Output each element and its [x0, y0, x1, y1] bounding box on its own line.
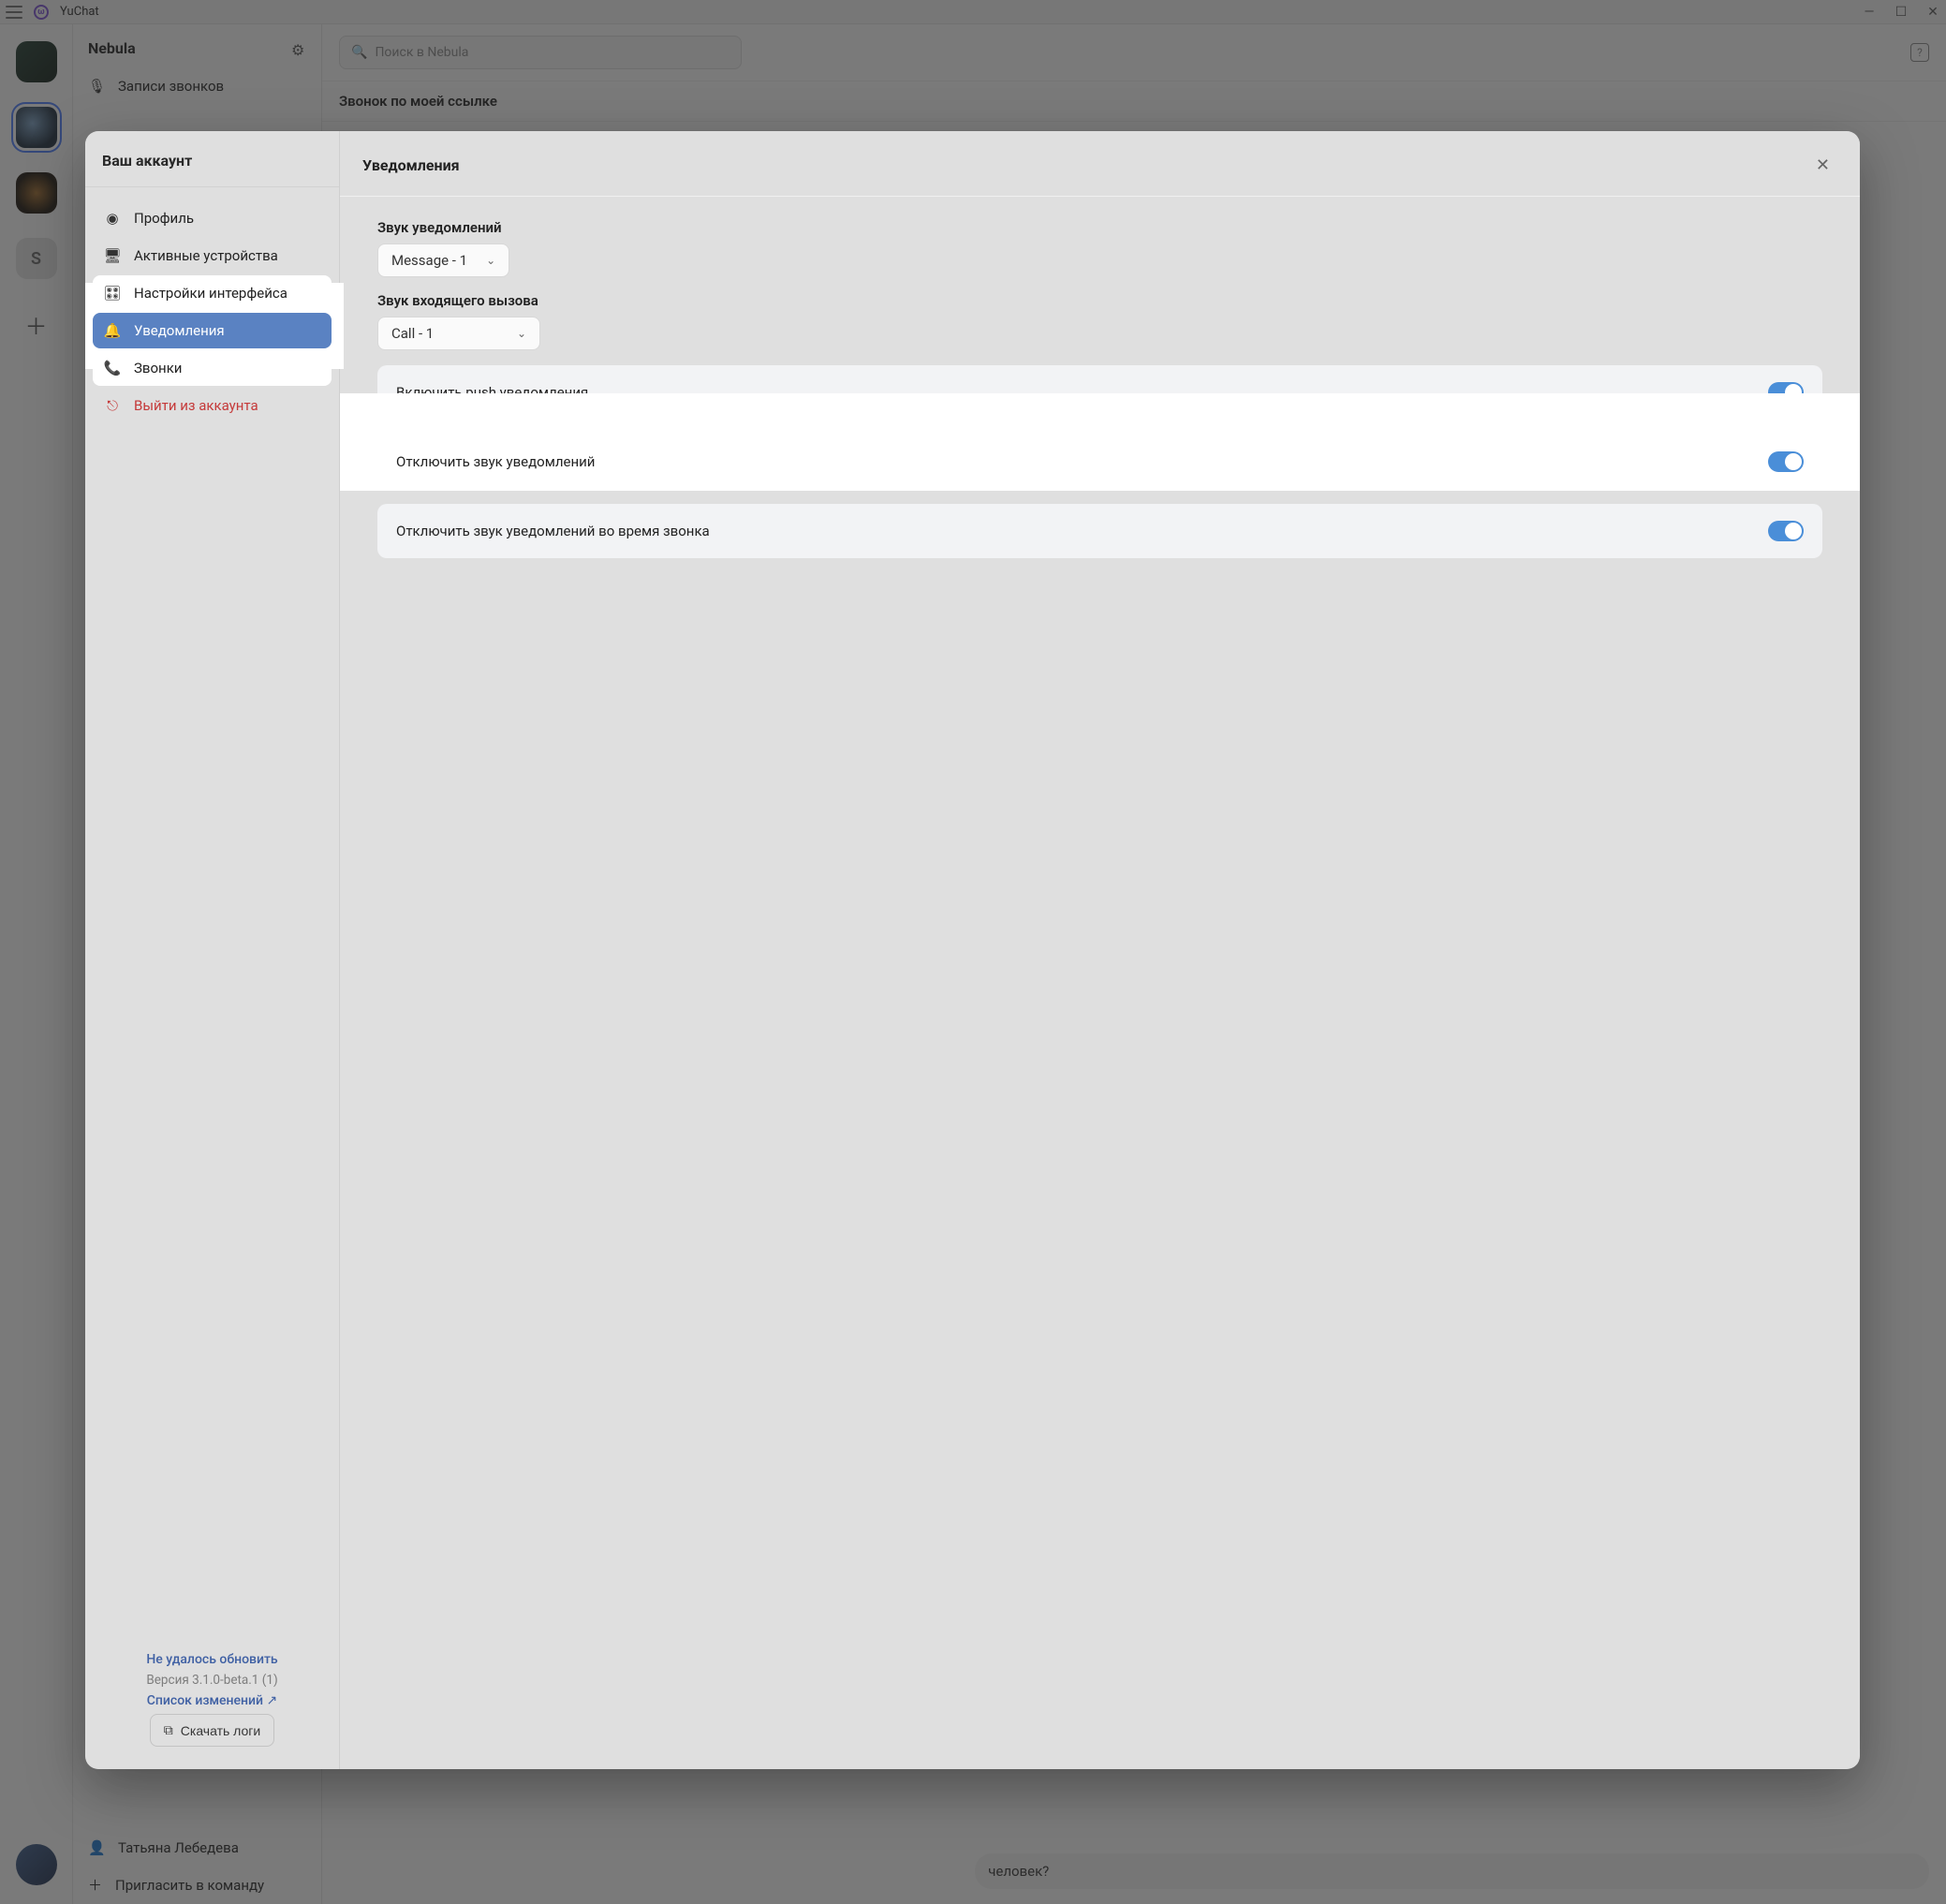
nav-calls[interactable]: 📞 Звонки — [93, 350, 332, 386]
bell-icon: 🔔 — [104, 322, 121, 339]
toggle-label: Отключить звук уведомлений во время звон… — [396, 523, 710, 539]
nav-label: Профиль — [134, 210, 194, 227]
download-logs-button[interactable]: ⧉ Скачать логи — [150, 1714, 274, 1747]
modal-main-title: Уведомления — [362, 156, 460, 174]
mute-in-call-toggle[interactable] — [1768, 521, 1804, 541]
update-failed-link[interactable]: Не удалось обновить — [98, 1652, 326, 1667]
mute-toggle[interactable] — [1768, 451, 1804, 472]
nav-profile[interactable]: ◉ Профиль — [93, 200, 332, 236]
nav-devices[interactable]: 🖥 Активные устройства — [93, 238, 332, 273]
modal-sidebar-title: Ваш аккаунт — [85, 131, 339, 187]
modal-main: Уведомления ✕ Звук уведомлений Message -… — [340, 131, 1860, 1769]
push-toggle[interactable] — [1768, 382, 1804, 403]
toggle-label: Включить push уведомления — [396, 384, 588, 401]
download-logs-label: Скачать логи — [181, 1723, 260, 1738]
modal-close-button[interactable]: ✕ — [1808, 152, 1837, 179]
notification-sound-select[interactable]: Message - 1 ⌄ — [377, 244, 509, 277]
devices-icon: 🖥 — [104, 247, 121, 264]
chevron-down-icon: ⌄ — [486, 254, 495, 267]
toggle-row-mute: Отключить звук уведомлений — [377, 435, 1822, 489]
toggle-row-mute-in-call: Отключить звук уведомлений во время звон… — [377, 504, 1822, 558]
version-text: Версия 3.1.0-beta.1 (1) — [98, 1673, 326, 1688]
download-icon: ⧉ — [164, 1722, 173, 1738]
select-value: Call - 1 — [391, 325, 434, 342]
notification-sound-label: Звук уведомлений — [377, 219, 1822, 236]
modal-sidebar: Ваш аккаунт ◉ Профиль 🖥 Активные устройс… — [85, 131, 340, 1769]
nav-label: Звонки — [134, 360, 182, 376]
toggle-label: Отключить звук уведомлений — [396, 453, 595, 470]
nav-label: Уведомления — [134, 322, 225, 339]
select-value: Message - 1 — [391, 252, 467, 269]
chevron-down-icon: ⌄ — [517, 327, 526, 340]
user-icon: ◉ — [104, 210, 121, 227]
changelog-link[interactable]: Список изменений ↗ — [98, 1693, 326, 1708]
nav-label: Активные устройства — [134, 247, 278, 264]
account-settings-modal: Ваш аккаунт ◉ Профиль 🖥 Активные устройс… — [85, 131, 1860, 1769]
logout-icon: ⎋ — [104, 397, 121, 414]
nav-label: Настройки интерфейса — [134, 285, 287, 302]
call-sound-label: Звук входящего вызова — [377, 292, 1822, 309]
call-sound-select[interactable]: Call - 1 ⌄ — [377, 317, 540, 350]
nav-logout[interactable]: ⎋ Выйти из аккаунта — [93, 388, 332, 423]
nav-interface[interactable]: 🎛 Настройки интерфейса — [93, 275, 332, 311]
nav-notifications[interactable]: 🔔 Уведомления — [93, 313, 332, 348]
phone-icon: 📞 — [104, 360, 121, 376]
toggle-row-push: Включить push уведомления — [377, 365, 1822, 420]
nav-label: Выйти из аккаунта — [134, 397, 258, 414]
sliders-icon: 🎛 — [104, 285, 121, 302]
